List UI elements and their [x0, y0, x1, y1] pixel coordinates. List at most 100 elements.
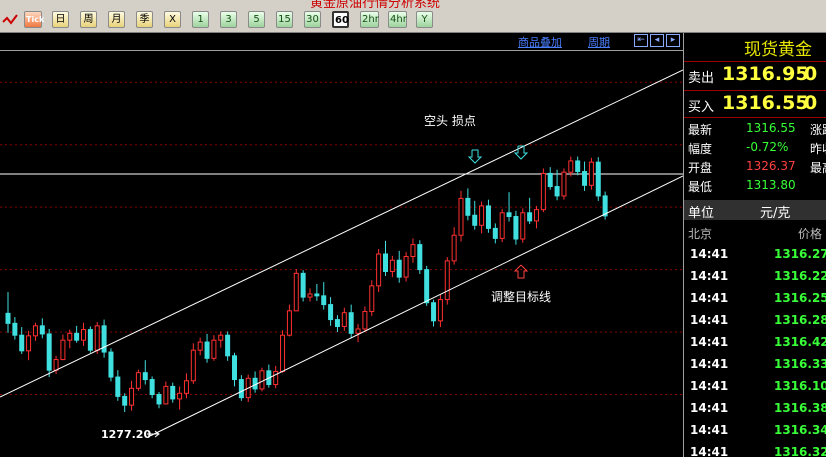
unit-label: 单位: [688, 206, 715, 221]
candle-body: [39, 325, 45, 335]
candle-body: [238, 379, 244, 399]
period-button-12[interactable]: 2hr: [360, 11, 379, 28]
candle-body: [341, 312, 347, 327]
buy-price: 1316.55: [722, 92, 809, 114]
period-button-5[interactable]: X: [164, 11, 181, 28]
candle-body: [424, 269, 430, 304]
candle-body: [293, 272, 299, 312]
candle-body: [204, 341, 210, 359]
period-button-10[interactable]: 30: [304, 11, 321, 28]
period-button-0[interactable]: Tick: [24, 11, 44, 28]
tick-price: 1316.10: [774, 379, 826, 393]
sell-volume: 0: [804, 63, 818, 85]
buy-quote[interactable]: 买入 1316.55 0: [684, 90, 826, 118]
period-link[interactable]: 周期: [588, 34, 610, 50]
period-button-9[interactable]: 15: [276, 11, 293, 28]
sell-quote[interactable]: 卖出 1316.95 0: [684, 61, 826, 88]
candle-body: [348, 312, 354, 334]
tick-price: 1316.42: [774, 335, 826, 349]
stat-label-2: 最高: [810, 161, 826, 175]
candle-body: [314, 293, 320, 297]
stat-label: 幅度: [688, 142, 713, 156]
candle-body: [472, 214, 478, 226]
candle-body: [568, 160, 574, 173]
candle-body: [417, 244, 423, 271]
tick-time: 14:41: [690, 401, 729, 415]
tick-price: 1316.25: [774, 291, 826, 305]
candle-body: [135, 372, 141, 389]
ticks-header: 北京 价格: [684, 223, 826, 241]
tick-time: 14:41: [690, 357, 729, 371]
unit-value: 元/克: [760, 206, 791, 221]
candle-body: [506, 212, 512, 218]
tick-time: 14:41: [690, 247, 729, 261]
period-button-8[interactable]: 5: [248, 11, 265, 28]
tick-time: 14:41: [690, 379, 729, 393]
candle-body: [74, 332, 80, 341]
candle-body: [575, 160, 581, 173]
sell-price: 1316.95: [722, 63, 809, 85]
scroll-left-icon[interactable]: ◂: [650, 34, 664, 47]
down-arrow-icon: [467, 149, 483, 164]
candle-body: [410, 244, 416, 257]
tick-row: 14:41 1316.42: [684, 331, 826, 353]
tick-time: 14:41: [690, 445, 729, 457]
quote-panel: 现货黄金 卖出 1316.95 0 买入 1316.55 0 最新 1316.55…: [684, 33, 826, 457]
stat-value: 1316.55: [746, 121, 796, 135]
candle-body: [588, 161, 594, 186]
tick-row: 14:41 1316.22: [684, 265, 826, 287]
app-logo-icon: [2, 14, 18, 25]
stat-label: 最低: [688, 180, 713, 194]
period-button-7[interactable]: 3: [220, 11, 237, 28]
candle-body: [183, 380, 189, 394]
stat-row: 最低 1313.80: [684, 177, 826, 195]
tick-price: 1316.33: [774, 357, 826, 371]
candle-body: [108, 351, 114, 378]
period-button-13[interactable]: 4hr: [388, 11, 407, 28]
candle-body: [362, 310, 368, 330]
buy-volume: 0: [804, 92, 818, 114]
title-bar: 黄金原油行情分析系统: [0, 0, 826, 8]
period-button-11[interactable]: 60: [332, 11, 349, 28]
period-button-2[interactable]: 周: [80, 11, 97, 28]
candle-body: [437, 299, 443, 322]
candle-body: [259, 370, 265, 390]
candle-body: [225, 334, 231, 357]
stat-row: 幅度 -0.72% 昨收: [684, 139, 826, 157]
candle-body: [499, 212, 505, 239]
collapse-icon[interactable]: ⇤: [634, 34, 648, 47]
tick-row: 14:41 1316.25: [684, 287, 826, 309]
candlestick-chart[interactable]: 空头 损点 调整目标线 1277.20: [0, 51, 683, 457]
candle-body: [60, 339, 66, 361]
period-button-3[interactable]: 月: [108, 11, 125, 28]
candle-body: [307, 293, 313, 298]
channel-upper-line: [0, 69, 683, 398]
window-title: 黄金原油行情分析系统: [310, 0, 441, 8]
stat-value: 1313.80: [746, 178, 796, 192]
candle-body: [492, 227, 498, 239]
period-button-1[interactable]: 日: [52, 11, 69, 28]
candle-body: [479, 205, 485, 226]
tick-price: 1316.34: [774, 423, 826, 437]
chart-header: 商品叠加 周期 ⇤ ◂ ▸: [0, 33, 683, 51]
candle-body: [12, 322, 18, 336]
stat-row: 最新 1316.55 涨跌: [684, 120, 826, 138]
candle-body: [32, 325, 38, 337]
period-button-4[interactable]: 季: [136, 11, 153, 28]
stat-label: 开盘: [688, 161, 713, 175]
candle-body: [232, 355, 237, 381]
candle-body: [444, 260, 450, 301]
candle-body: [403, 255, 409, 278]
period-button-6[interactable]: 1: [192, 11, 209, 28]
trend-channel: [0, 69, 683, 437]
tick-row: 14:41 1316.32: [684, 441, 826, 457]
candle-body: [431, 302, 437, 322]
period-toolbar: Tick 日周月季 X 1 3 5 15 30 60 2hr 4hr Y: [0, 8, 826, 33]
period-button-14[interactable]: Y: [416, 11, 433, 28]
candle-body: [355, 328, 361, 334]
scroll-right-icon[interactable]: ▸: [666, 34, 680, 47]
candle-body: [280, 334, 286, 372]
overlay-link[interactable]: 商品叠加: [518, 34, 562, 50]
ticks-time-header: 北京: [688, 227, 713, 241]
candle-body: [396, 259, 402, 278]
